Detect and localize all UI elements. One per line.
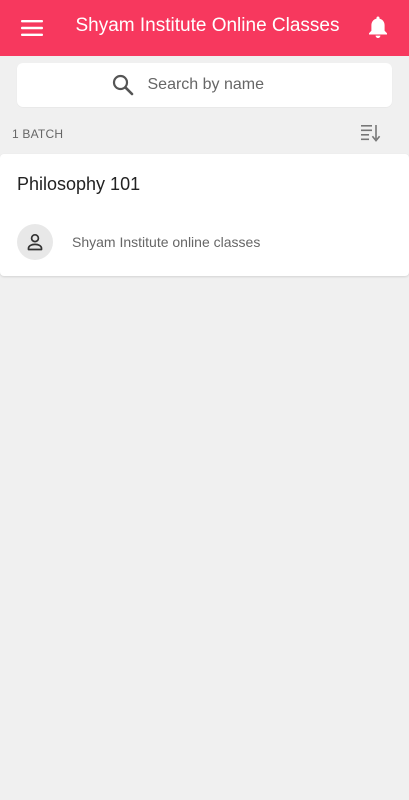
batch-card[interactable]: Philosophy 101 Shyam Institute online cl… [0, 154, 409, 276]
sort-icon [361, 125, 381, 142]
search-icon [112, 74, 134, 96]
batch-owner-name: Shyam Institute online classes [72, 234, 261, 250]
notifications-button[interactable] [361, 12, 395, 42]
search-input[interactable] [147, 76, 298, 94]
batch-count-label: 1 BATCH [12, 127, 64, 141]
person-icon [27, 233, 43, 251]
app-bar: Shyam Institute Online Classes [0, 0, 409, 56]
batch-name: Philosophy 101 [17, 174, 141, 194]
sort-button[interactable] [359, 121, 383, 145]
page-title: Shyam Institute Online Classes [75, 15, 340, 36]
avatar [17, 224, 53, 260]
search-bar[interactable] [17, 63, 392, 107]
bell-icon [369, 16, 387, 38]
